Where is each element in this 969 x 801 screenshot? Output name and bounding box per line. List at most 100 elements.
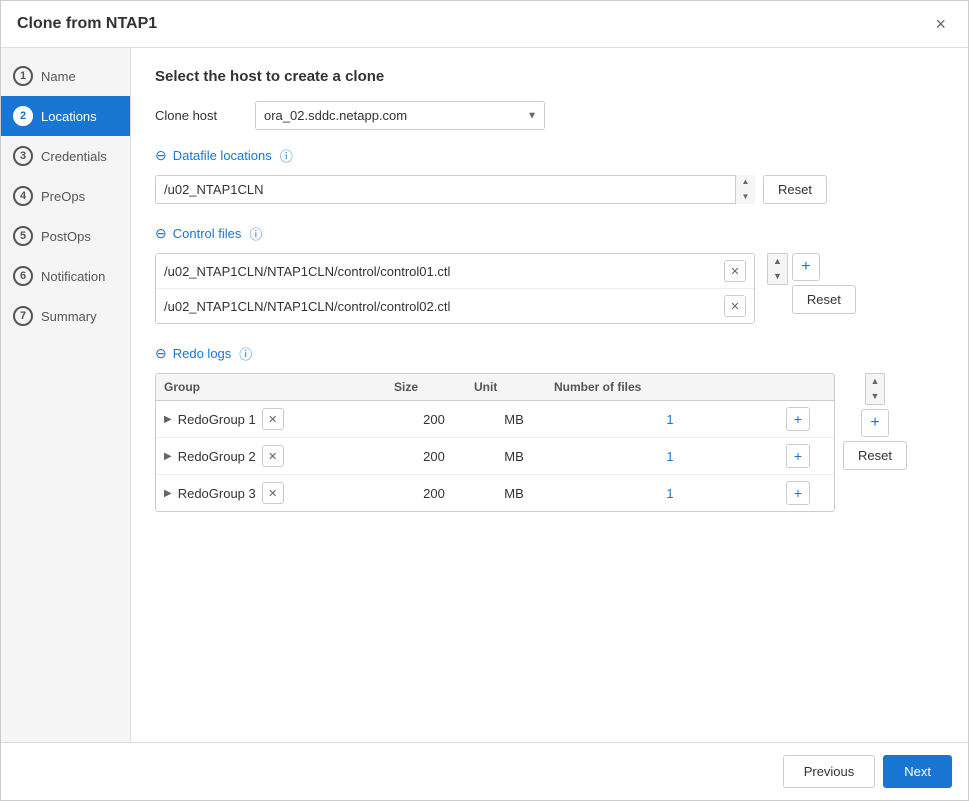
control-file-remove-1[interactable]: ✕ [724, 260, 746, 282]
expand-icon-2[interactable]: ▶ [164, 451, 172, 462]
redo-group-2: ▶ RedoGroup 2 ✕ [164, 445, 394, 467]
redo-remove-2[interactable]: ✕ [262, 445, 284, 467]
page-title: Select the host to create a clone [155, 68, 944, 85]
datafile-chevron-icon: ⊖ [155, 147, 167, 164]
cf-scroll-up[interactable]: ▲ [768, 254, 787, 269]
redo-row-3: ▶ RedoGroup 3 ✕ 200 MB 1 + [156, 475, 834, 511]
step-num-7: 7 [13, 306, 33, 326]
sidebar-label-name: Name [41, 69, 76, 84]
control-files-header[interactable]: ⊖ Control files ⓘ [155, 224, 944, 243]
redo-files-2[interactable]: 1 [554, 449, 786, 464]
redo-add-2[interactable]: + [786, 444, 810, 468]
expand-icon-3[interactable]: ▶ [164, 488, 172, 499]
expand-icon-1[interactable]: ▶ [164, 414, 172, 425]
redo-table-wrapper: Group Size Unit Number of files ▶ RedoGr… [155, 373, 944, 512]
control-file-row-2: ✕ [156, 289, 754, 323]
sidebar-label-credentials: Credentials [41, 149, 107, 164]
redo-logs-info-icon[interactable]: ⓘ [239, 344, 252, 363]
redo-unit-2: MB [474, 449, 554, 464]
redo-size-2: 200 [394, 449, 474, 464]
redo-table: Group Size Unit Number of files ▶ RedoGr… [155, 373, 835, 512]
redo-row-1: ▶ RedoGroup 1 ✕ 200 MB 1 + [156, 401, 834, 438]
redo-scroll-up[interactable]: ▲ [866, 374, 885, 389]
step-num-1: 1 [13, 66, 33, 86]
col-header-unit: Unit [474, 380, 554, 394]
close-button[interactable]: × [929, 13, 952, 35]
control-files-list: ✕ ✕ [155, 253, 755, 324]
control-file-input-2[interactable] [164, 299, 718, 314]
redo-table-header: Group Size Unit Number of files [156, 374, 834, 401]
datafile-section: ⊖ Datafile locations ⓘ ▲ ▼ Reset [155, 146, 944, 204]
control-file-input-1[interactable] [164, 264, 718, 279]
sidebar-item-preops[interactable]: 4 PreOps [1, 176, 130, 216]
sidebar-label-preops: PreOps [41, 189, 85, 204]
cf-scroll-down[interactable]: ▼ [768, 269, 787, 284]
redo-scroll-down[interactable]: ▼ [866, 389, 885, 404]
redo-add-group-button[interactable]: + [861, 409, 889, 437]
control-files-title: Control files [173, 226, 242, 241]
dialog-body: 1 Name 2 Locations 3 Credentials 4 PreOp… [1, 48, 968, 742]
redo-logs-section: ⊖ Redo logs ⓘ Group Size Unit Number of … [155, 344, 944, 512]
redo-size-1: 200 [394, 412, 474, 427]
control-files-right-controls: ▲ ▼ + Reset [767, 253, 856, 314]
sidebar-item-summary[interactable]: 7 Summary [1, 296, 130, 336]
datafile-section-title: Datafile locations [173, 148, 272, 163]
control-files-section: ⊖ Control files ⓘ ✕ ✕ [155, 224, 944, 324]
redo-right-controls: ▲ ▼ + Reset [843, 373, 907, 470]
redo-group-label-3: RedoGroup 3 [178, 486, 256, 501]
redo-group-3: ▶ RedoGroup 3 ✕ [164, 482, 394, 504]
cf-add-scroll: ▲ ▼ + Reset [767, 253, 856, 314]
control-files-chevron-icon: ⊖ [155, 225, 167, 242]
datafile-section-header[interactable]: ⊖ Datafile locations ⓘ [155, 146, 944, 165]
clone-host-select[interactable]: ora_02.sddc.netapp.com [255, 101, 545, 130]
redo-add-1[interactable]: + [786, 407, 810, 431]
cf-add-reset: + Reset [792, 253, 856, 314]
redo-logs-reset-button[interactable]: Reset [843, 441, 907, 470]
control-file-add-button[interactable]: + [792, 253, 820, 281]
sidebar-item-name[interactable]: 1 Name [1, 56, 130, 96]
redo-remove-1[interactable]: ✕ [262, 408, 284, 430]
redo-logs-chevron-icon: ⊖ [155, 345, 167, 362]
redo-scroll-btns: ▲ ▼ [865, 373, 886, 405]
dialog-footer: Previous Next [1, 742, 968, 800]
col-header-group: Group [164, 380, 394, 394]
datafile-reset-button[interactable]: Reset [763, 175, 827, 204]
redo-files-1[interactable]: 1 [554, 412, 786, 427]
dialog-title: Clone from NTAP1 [17, 15, 157, 33]
sidebar: 1 Name 2 Locations 3 Credentials 4 PreOp… [1, 48, 131, 742]
previous-button[interactable]: Previous [783, 755, 876, 788]
step-num-6: 6 [13, 266, 33, 286]
datafile-scroll-arrows: ▲ ▼ [735, 175, 755, 204]
datafile-location-input[interactable] [155, 175, 755, 204]
datafile-scroll-up[interactable]: ▲ [736, 175, 755, 190]
step-num-4: 4 [13, 186, 33, 206]
col-header-files: Number of files [554, 380, 786, 394]
control-files-reset-button[interactable]: Reset [792, 285, 856, 314]
sidebar-label-postops: PostOps [41, 229, 91, 244]
sidebar-label-notification: Notification [41, 269, 105, 284]
control-file-remove-2[interactable]: ✕ [724, 295, 746, 317]
redo-remove-3[interactable]: ✕ [262, 482, 284, 504]
datafile-input-box: ▲ ▼ [155, 175, 755, 204]
redo-files-3[interactable]: 1 [554, 486, 786, 501]
sidebar-item-notification[interactable]: 6 Notification [1, 256, 130, 296]
step-num-5: 5 [13, 226, 33, 246]
redo-logs-title: Redo logs [173, 346, 232, 361]
next-button[interactable]: Next [883, 755, 952, 788]
sidebar-item-credentials[interactable]: 3 Credentials [1, 136, 130, 176]
col-header-size: Size [394, 380, 474, 394]
redo-add-3[interactable]: + [786, 481, 810, 505]
redo-unit-1: MB [474, 412, 554, 427]
clone-dialog: Clone from NTAP1 × 1 Name 2 Locations 3 … [0, 0, 969, 801]
redo-group-label-1: RedoGroup 1 [178, 412, 256, 427]
datafile-info-icon[interactable]: ⓘ [280, 146, 293, 165]
redo-logs-header[interactable]: ⊖ Redo logs ⓘ [155, 344, 944, 363]
clone-host-select-wrapper: ora_02.sddc.netapp.com ▼ [255, 101, 545, 130]
control-files-info-icon[interactable]: ⓘ [249, 224, 262, 243]
redo-row-2: ▶ RedoGroup 2 ✕ 200 MB 1 + [156, 438, 834, 475]
sidebar-item-postops[interactable]: 5 PostOps [1, 216, 130, 256]
sidebar-item-locations[interactable]: 2 Locations [1, 96, 130, 136]
datafile-scroll-down[interactable]: ▼ [736, 190, 755, 205]
redo-group-label-2: RedoGroup 2 [178, 449, 256, 464]
redo-group-1: ▶ RedoGroup 1 ✕ [164, 408, 394, 430]
